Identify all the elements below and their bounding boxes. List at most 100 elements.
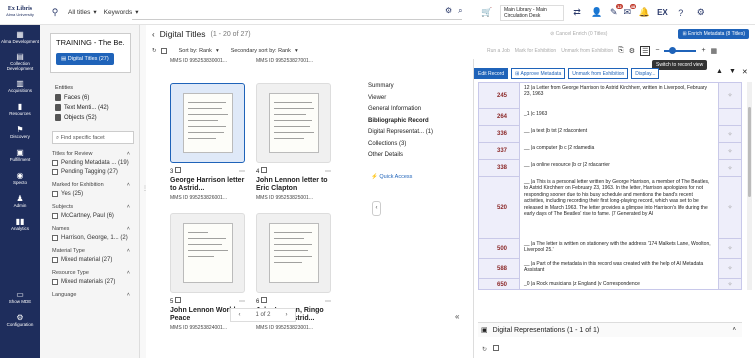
digital-titles-button[interactable]: ▤ Digital Titles (27) xyxy=(56,53,114,65)
scrollbar[interactable] xyxy=(747,82,752,290)
checkbox[interactable] xyxy=(52,213,58,219)
marc-row[interactable]: 650 _0 |a Rock musicians |z England |v Co… xyxy=(479,278,741,289)
tasks-icon[interactable]: ✎ 12 xyxy=(610,4,623,18)
sort-select[interactable]: Sort by: Rank xyxy=(179,48,212,54)
marc-row[interactable]: 500 __ |a The letter is written on statio… xyxy=(479,238,741,259)
user-icon[interactable]: 👤 xyxy=(590,7,604,18)
close-icon[interactable]: ✕ xyxy=(742,68,748,76)
result-card[interactable]: 4 ⋯ John Lennon letter to Eric Clapton M… xyxy=(256,83,331,201)
marc-row[interactable]: 520 __ |a This is a personal letter writt… xyxy=(479,176,741,239)
nav-viewer[interactable]: Viewer xyxy=(364,95,473,107)
more-icon[interactable]: ⋯ xyxy=(325,168,331,175)
nav-collection-development[interactable]: ▤ Collection Development xyxy=(0,48,40,74)
prev-page-icon[interactable]: ‹ xyxy=(238,312,240,318)
facet-header[interactable]: Subjects ˄ xyxy=(52,204,130,210)
field-select[interactable]: Keywords xyxy=(104,9,133,16)
checkbox[interactable] xyxy=(492,345,499,351)
checkbox[interactable] xyxy=(175,297,182,303)
more-icon[interactable]: ⋯ xyxy=(325,298,331,305)
chevron-up-icon[interactable]: ˄ xyxy=(732,327,736,333)
facet-header[interactable]: Marked for Exhibition ˄ xyxy=(52,182,130,188)
nav-discovery[interactable]: ⚑ Discovery xyxy=(0,120,40,143)
nav-collections[interactable]: Collections (3) xyxy=(364,141,473,153)
zoom-slider[interactable] xyxy=(664,46,697,54)
nav-alma-development[interactable]: ▦ Alma Development xyxy=(0,25,40,48)
marc-row[interactable]: 245 12 |a Letter from George Harrison to … xyxy=(479,83,741,109)
facet-option[interactable]: Pending Metadata ... (19) xyxy=(52,160,139,166)
caret-up-icon[interactable]: ▲ xyxy=(716,68,723,76)
facet-search-input[interactable]: ⌕ Find specific facet xyxy=(52,131,134,144)
facet-header[interactable]: Resource Type ˄ xyxy=(52,270,130,276)
ex-button[interactable]: EX xyxy=(657,8,668,17)
nav-acquisitions[interactable]: ▥ Acquisitions xyxy=(0,74,40,97)
mark-exhibition-button[interactable]: Mark for Exhibition xyxy=(515,48,556,54)
display-button[interactable]: Display... xyxy=(631,68,660,79)
thumbnail[interactable] xyxy=(170,213,245,293)
facet-header[interactable]: Material Type ˄ xyxy=(52,248,130,254)
scope-select[interactable]: All titles xyxy=(68,9,90,16)
recent-pin-icon[interactable]: ⚲ xyxy=(48,7,62,18)
run-job-button[interactable]: Run a Job xyxy=(487,48,510,54)
zoom-out-icon[interactable]: − xyxy=(655,47,659,54)
alerts-icon[interactable]: ✉ 48 xyxy=(624,4,637,18)
marc-row[interactable]: 337 __ |a computer |b c |2 rdamedia ✧ xyxy=(479,142,741,160)
entity-text-mentions[interactable]: Text Menti... (42) xyxy=(55,104,139,111)
facet-option[interactable]: Yes (25) xyxy=(52,191,139,197)
collapse-nav-icon[interactable]: « xyxy=(455,312,459,321)
thumbnail[interactable] xyxy=(256,213,331,293)
facet-option[interactable]: Harrison, George, 1... (2) xyxy=(52,235,139,241)
result-card[interactable]: 3 ⋯ George Harrison letter to Astrid... … xyxy=(170,83,245,201)
card-title[interactable]: George Harrison letter to Astrid... xyxy=(170,177,245,193)
search-scope[interactable]: All titles ▾ Keywords ▾ xyxy=(68,4,138,20)
enrich-metadata-button[interactable]: ⊞ Enrich Metadata (8 Titles) xyxy=(678,28,749,39)
transfer-icon[interactable]: ⇄ xyxy=(570,7,584,18)
collapse-panel-button[interactable]: ‹ xyxy=(372,201,381,216)
checkbox[interactable] xyxy=(175,167,182,173)
more-icon[interactable]: ⋯ xyxy=(239,168,245,175)
gear-icon[interactable]: ⚙ xyxy=(629,47,635,55)
nav-configuration[interactable]: ⚙ Configuration xyxy=(0,308,40,331)
facet-option[interactable]: McCartney, Paul (6) xyxy=(52,213,139,219)
select-all-checkbox[interactable] xyxy=(160,47,167,54)
nav-summary[interactable]: Summary xyxy=(364,83,473,95)
settings-icon[interactable]: ⚙ xyxy=(694,7,708,18)
facet-option[interactable]: Pending Tagging (27) xyxy=(52,169,139,175)
marc-row[interactable]: 338 __ |a online resource |b cr |2 rdacar… xyxy=(479,159,741,177)
record-view-icon[interactable]: ☰ xyxy=(640,45,651,56)
digital-representations-header[interactable]: ▣ Digital Representations (1 - 1 of 1) ˄ xyxy=(478,322,742,337)
marc-row[interactable]: 588 __ |a Part of the metadata in this re… xyxy=(479,258,741,279)
help-icon[interactable]: ? xyxy=(674,8,688,18)
facet-header[interactable]: Titles for Review ˄ xyxy=(52,151,130,157)
thumbnail[interactable] xyxy=(256,83,331,163)
checkbox[interactable] xyxy=(261,297,268,303)
exlibris-logo[interactable]: Ex Libris Alma University xyxy=(0,0,40,25)
unmark-exhibition-button[interactable]: Unmark from Exhibition xyxy=(561,48,613,54)
edit-record-button[interactable]: Edit Record xyxy=(474,68,509,79)
export-icon[interactable]: ⎘ xyxy=(618,47,624,55)
nav-digital-representations[interactable]: Digital Representat... (1) xyxy=(364,129,473,141)
checkbox[interactable] xyxy=(52,257,58,263)
refresh-icon[interactable]: ↻ xyxy=(152,48,157,54)
cart-icon[interactable]: 🛒 xyxy=(480,7,494,18)
checkbox[interactable] xyxy=(52,160,58,166)
secondary-sort-select[interactable]: Secondary sort by: Rank xyxy=(231,48,291,54)
nav-general-information[interactable]: General Information xyxy=(364,106,473,118)
facet-header[interactable]: Names ˄ xyxy=(52,226,130,232)
entity-objects[interactable]: Objects (52) xyxy=(55,114,139,121)
grid-view-icon[interactable]: ▦ xyxy=(711,47,718,55)
search-options-icon[interactable]: ⚙ xyxy=(445,6,452,16)
checkbox[interactable] xyxy=(52,279,58,285)
nav-fulfillment[interactable]: ▣ Fulfillment xyxy=(0,143,40,166)
search-input[interactable] xyxy=(132,5,462,20)
nav-other-details[interactable]: Other Details xyxy=(364,152,473,164)
facet-option[interactable]: Mixed material (27) xyxy=(52,257,139,263)
marc-row[interactable]: 264 _1 |c 1963 xyxy=(479,108,741,126)
notification-icon[interactable]: 🔔 xyxy=(637,7,651,18)
refresh-icon[interactable]: ↻ xyxy=(482,347,487,353)
facet-option[interactable]: Mixed materials (27) xyxy=(52,279,139,285)
nav-specto[interactable]: ◉ Specto xyxy=(0,166,40,189)
more-icon[interactable]: ⋯ xyxy=(239,298,245,305)
quick-access-link[interactable]: ⚡ Quick Access xyxy=(371,174,473,180)
search-icon[interactable]: ⌕ xyxy=(458,6,462,16)
next-page-icon[interactable]: › xyxy=(285,312,287,318)
